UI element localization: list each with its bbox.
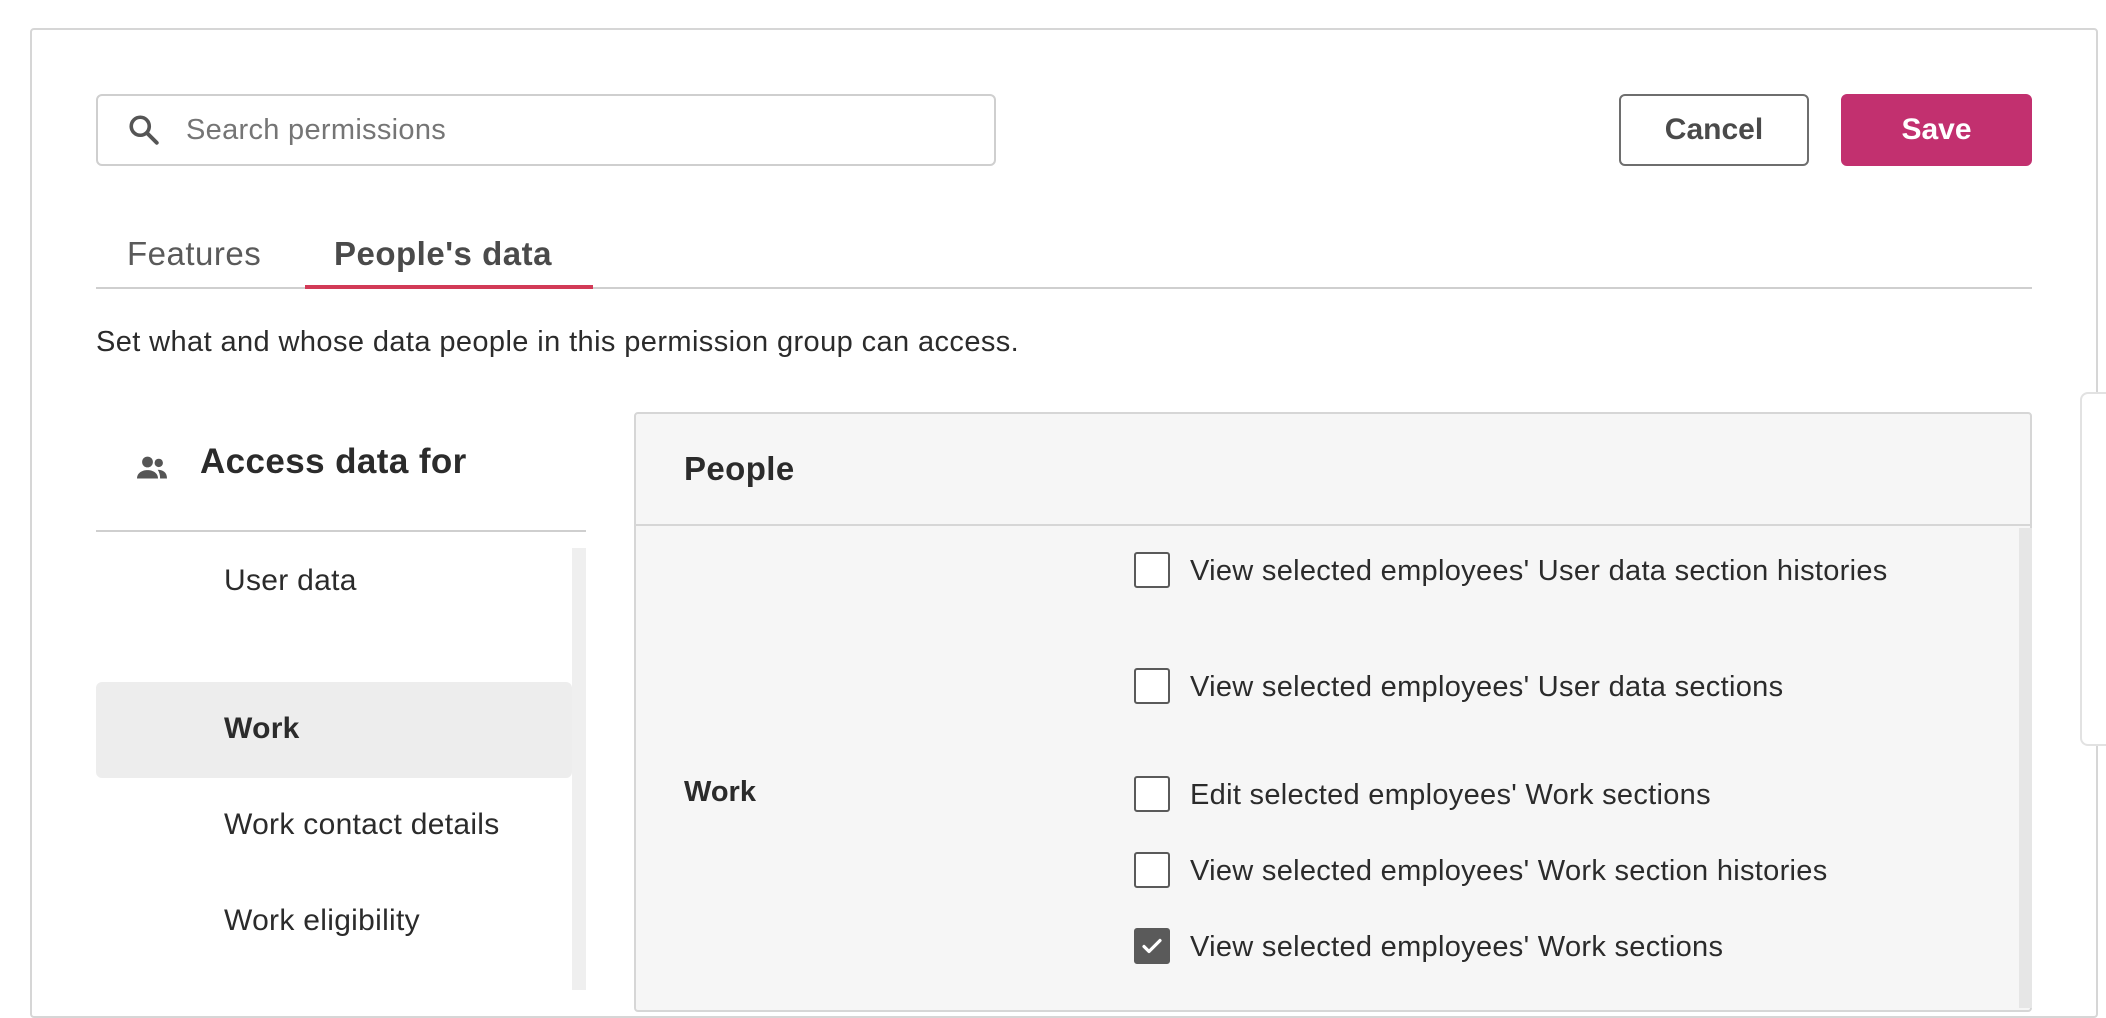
- permission-label: View selected employees' Work section hi…: [1190, 855, 1828, 887]
- page-description: Set what and whose data people in this p…: [96, 326, 1020, 358]
- tab-peoples-data[interactable]: People's data: [334, 235, 552, 289]
- permission-row[interactable]: Edit selected employees' Work sections: [1134, 774, 1954, 816]
- data-category-list: User data Work Work contact details Work…: [96, 534, 586, 990]
- search-icon: [129, 115, 159, 145]
- list-scrollbar[interactable]: [572, 548, 586, 990]
- active-tab-indicator: [305, 285, 593, 289]
- permissions-panel: People View selected employees' User dat…: [634, 412, 2032, 1012]
- checkmark-icon: [1142, 938, 1162, 954]
- search-input[interactable]: Search permissions: [186, 114, 446, 147]
- permission-label: View selected employees' Work sections: [1190, 931, 1724, 963]
- tab-features[interactable]: Features: [127, 235, 261, 289]
- permission-checkbox[interactable]: [1134, 852, 1170, 888]
- tab-bar: Features People's data: [96, 235, 2032, 289]
- list-item-work-eligibility[interactable]: Work eligibility: [96, 874, 572, 970]
- permissions-panel-title: People: [684, 450, 795, 487]
- permission-checkbox[interactable]: [1134, 552, 1170, 588]
- access-data-title: Access data for: [200, 442, 467, 481]
- side-drawer-tab[interactable]: [2080, 392, 2106, 746]
- list-item-user-data[interactable]: User data: [96, 534, 572, 630]
- permission-row[interactable]: View selected employees' User data secti…: [1134, 666, 1954, 708]
- permission-label: View selected employees' User data secti…: [1190, 671, 1784, 703]
- permissions-scrollbar[interactable]: [2019, 528, 2032, 1008]
- permission-checkbox-checked[interactable]: [1134, 928, 1170, 964]
- save-button[interactable]: Save: [1841, 94, 2032, 166]
- permission-label: Edit selected employees' Work sections: [1190, 779, 1711, 811]
- permissions-panel-header: People: [636, 414, 2030, 526]
- cancel-button[interactable]: Cancel: [1619, 94, 1809, 166]
- permission-row[interactable]: View selected employees' User data secti…: [1134, 550, 1954, 592]
- permission-checkbox[interactable]: [1134, 776, 1170, 812]
- permission-row[interactable]: View selected employees' Work sections: [1134, 926, 1954, 968]
- list-item-work-contact-details[interactable]: Work contact details: [96, 778, 572, 874]
- permission-row[interactable]: View selected employees' Work section hi…: [1134, 850, 1954, 892]
- search-box[interactable]: Search permissions: [96, 94, 996, 166]
- permission-checkbox[interactable]: [1134, 668, 1170, 704]
- access-data-header: Access data for: [96, 412, 586, 532]
- list-item-work[interactable]: Work: [96, 682, 572, 778]
- section-label-work: Work: [684, 776, 756, 808]
- people-icon: [137, 456, 167, 479]
- permission-label: View selected employees' User data secti…: [1190, 555, 1888, 587]
